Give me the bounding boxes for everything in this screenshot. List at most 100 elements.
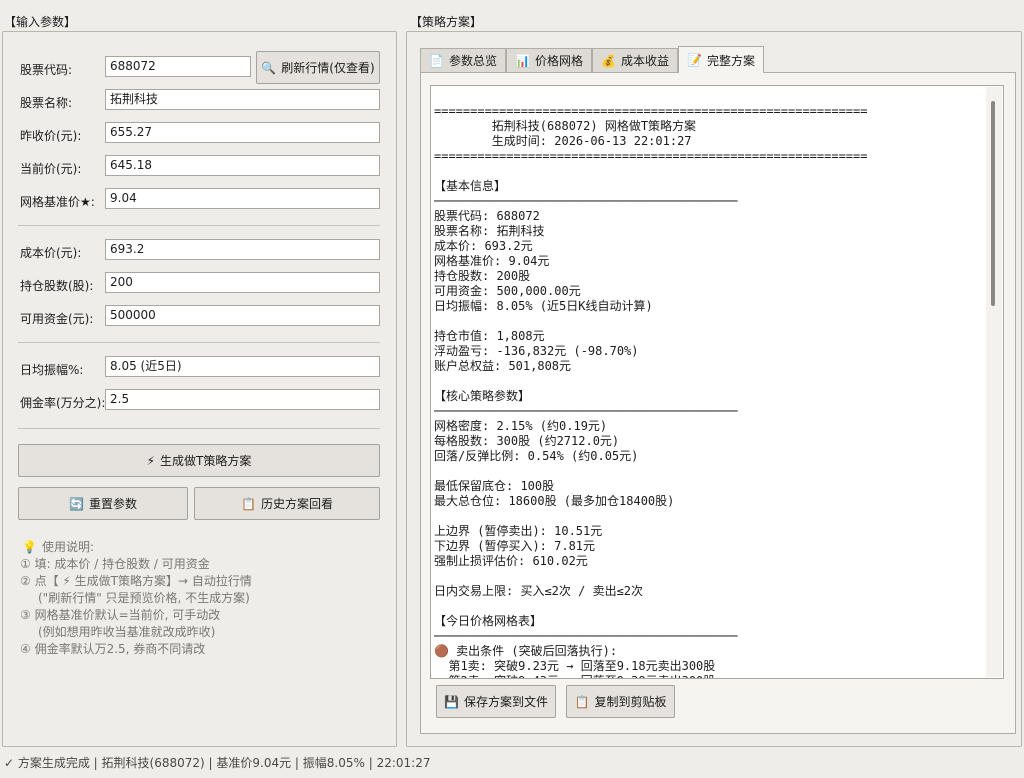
tab-cost-profit[interactable]: 💰 成本收益 — [592, 48, 678, 72]
lightbulb-icon: 💡 — [22, 540, 37, 554]
plan-line: 股票代码: 688072 — [434, 209, 540, 223]
separator — [18, 428, 380, 429]
tab-overview[interactable]: 📄 参数总览 — [420, 48, 506, 72]
prev-close-input[interactable]: 655.27 — [105, 122, 380, 143]
tab-full-plan[interactable]: 📝 完整方案 — [678, 46, 764, 73]
reset-params-button[interactable]: 🔄 重置参数 — [18, 487, 188, 520]
tab-cost-profit-label: 成本收益 — [620, 54, 669, 68]
help-line: ① 填: 成本价 / 持仓股数 / 可用资金 — [20, 557, 210, 571]
status-bar: ✓ 方案生成完成 | 拓荆科技(688072) | 基准价9.04元 | 振幅8… — [4, 756, 431, 770]
plan-line — [434, 599, 983, 614]
document-icon: 📄 — [429, 53, 444, 68]
stock-name-label: 股票名称: — [20, 96, 73, 110]
plan-line: 【基本信息】 — [434, 179, 507, 193]
help-title: 💡 使用说明: — [22, 538, 94, 555]
tab-price-grid[interactable]: 📊 价格网格 — [506, 48, 592, 72]
plan-line: ========================================… — [434, 149, 868, 163]
plan-line: 每格股数: 300股 (约2712.0元) — [434, 434, 620, 448]
help-line: ③ 网格基准价默认=当前价, 可手动改 — [20, 608, 221, 622]
copy-clipboard-button[interactable]: 📋 复制到剪贴板 — [566, 685, 675, 718]
plan-line: 拓荆科技(688072) 网格做T策略方案 — [434, 119, 697, 133]
plan-line: 最大总仓位: 18600股 (最多加仓18400股) — [434, 494, 675, 508]
plan-line: 持仓股数: 200股 — [434, 269, 531, 283]
current-price-input[interactable]: 645.18 — [105, 155, 380, 176]
plan-line — [434, 374, 983, 389]
plan-line: 持仓市值: 1,808元 — [434, 329, 545, 343]
help-line: ④ 佣金率默认万2.5, 券商不同请改 — [20, 642, 206, 656]
plan-line: 回落/反弹比例: 0.54% (约0.05元) — [434, 449, 639, 463]
commission-label: 佣金率(万分之): — [20, 396, 106, 410]
money-bag-icon: 💰 — [601, 53, 616, 68]
plan-line: 可用资金: 500,000.00元 — [434, 284, 581, 298]
plan-line: 生成时间: 2026-06-13 22:01:27 — [434, 134, 692, 148]
edit-note-icon: 📝 — [687, 53, 702, 67]
plan-line: ────────────────────────────────────────… — [434, 629, 738, 643]
floppy-disk-icon: 💾 — [444, 694, 459, 709]
shares-input[interactable]: 200 — [105, 272, 380, 293]
plan-line — [434, 569, 983, 584]
vertical-scrollbar[interactable] — [986, 87, 1002, 677]
plan-line: ========================================… — [434, 104, 868, 118]
generate-strategy-button[interactable]: ⚡ 生成做T策略方案 — [18, 444, 380, 477]
plan-line: 🟤 卖出条件 (突破后回落执行): — [434, 644, 618, 658]
refresh-quote-label: 刷新行情(仅查看) — [281, 61, 375, 75]
plan-line: 第1卖: 突破9.23元 → 回落至9.18元卖出300股 — [434, 659, 716, 673]
lightning-icon: ⚡ — [146, 453, 156, 468]
plan-line: 第2卖: 突破9.43元 → 回落至9.38元卖出300股 — [434, 674, 983, 678]
plan-line: 最低保留底仓: 100股 — [434, 479, 555, 493]
refresh-quote-button[interactable]: 🔍 刷新行情(仅查看) — [256, 51, 380, 84]
input-params-title: 【输入参数】 — [2, 13, 79, 30]
history-label: 历史方案回看 — [260, 497, 333, 511]
prev-close-label: 昨收价(元): — [20, 129, 82, 143]
plan-line — [434, 164, 983, 179]
plan-line: ────────────────────────────────────────… — [434, 404, 738, 418]
cash-input[interactable]: 500000 — [105, 305, 380, 326]
save-plan-button[interactable]: 💾 保存方案到文件 — [436, 685, 556, 718]
separator — [18, 342, 380, 343]
help-line: ("刷新行情" 只是预览价格, 不生成方案) — [38, 591, 250, 605]
reset-params-label: 重置参数 — [88, 497, 137, 511]
plan-text-content: ========================================… — [434, 104, 983, 678]
history-button[interactable]: 📋 历史方案回看 — [194, 487, 380, 520]
commission-input[interactable]: 2.5 — [105, 389, 380, 410]
magnifier-icon: 🔍 — [261, 60, 277, 75]
cost-price-input[interactable]: 693.2 — [105, 239, 380, 260]
plan-line: 【核心策略参数】 — [434, 389, 531, 403]
stock-name-input[interactable]: 拓荆科技 — [105, 89, 380, 110]
stock-code-input[interactable]: 688072 — [105, 56, 251, 77]
plan-line: 成本价: 693.2元 — [434, 239, 533, 253]
history-icon: 📋 — [241, 496, 256, 511]
plan-line: 浮动盈亏: -136,832元 (-98.70%) — [434, 344, 639, 358]
plan-line: 强制止损评估价: 610.02元 — [434, 554, 588, 568]
help-line: (例如想用昨收当基准就改成昨收) — [38, 625, 216, 639]
grid-base-price-input[interactable]: 9.04 — [105, 188, 380, 209]
amplitude-label: 日均振幅%: — [20, 363, 84, 377]
plan-line: 【今日价格网格表】 — [434, 614, 543, 628]
plan-line — [434, 509, 983, 524]
amplitude-input[interactable]: 8.05 (近5日) — [105, 356, 380, 377]
strategy-panel-title: 【策略方案】 — [408, 13, 485, 30]
stock-code-label: 股票代码: — [20, 63, 73, 77]
bar-chart-icon: 📊 — [515, 53, 530, 68]
cost-price-label: 成本价(元): — [20, 246, 82, 260]
copy-clipboard-label: 复制到剪贴板 — [594, 695, 667, 709]
clipboard-icon: 📋 — [574, 694, 590, 709]
help-title-text: 使用说明: — [41, 540, 94, 554]
plan-line — [434, 314, 983, 329]
plan-line: 网格密度: 2.15% (约0.19元) — [434, 419, 608, 433]
plan-line: ────────────────────────────────────────… — [434, 194, 738, 208]
help-line: ② 点【 ⚡ 生成做T策略方案】→ 自动拉行情 — [20, 574, 252, 588]
plan-line: 股票名称: 拓荆科技 — [434, 224, 545, 238]
scrollbar-thumb[interactable] — [991, 101, 995, 306]
tab-price-grid-label: 价格网格 — [534, 54, 583, 68]
tab-overview-label: 参数总览 — [448, 54, 497, 68]
cash-label: 可用资金(元): — [20, 312, 94, 326]
save-plan-label: 保存方案到文件 — [463, 695, 548, 709]
plan-line: 上边界 (暂停卖出): 10.51元 — [434, 524, 603, 538]
grid-base-price-label: 网格基准价★: — [20, 195, 95, 209]
shares-label: 持仓股数(股): — [20, 279, 94, 293]
separator — [18, 225, 380, 226]
plan-line: 日内交易上限: 买入≤2次 / 卖出≤2次 — [434, 584, 644, 598]
full-plan-textarea[interactable]: ========================================… — [430, 85, 1004, 679]
plan-line: 下边界 (暂停买入): 7.81元 — [434, 539, 596, 553]
